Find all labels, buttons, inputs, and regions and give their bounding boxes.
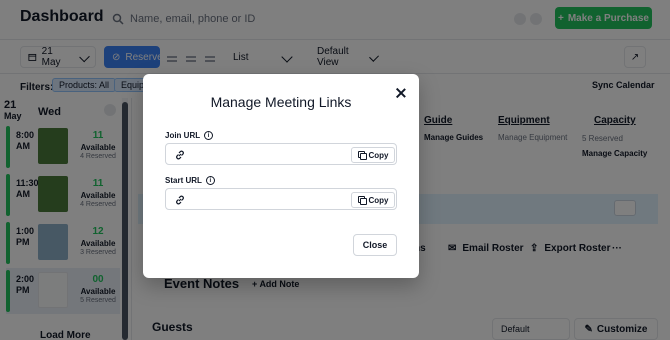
info-icon[interactable]: i [205, 176, 215, 185]
start-url-field[interactable]: Copy [165, 188, 397, 210]
copy-join-url-button[interactable]: Copy [351, 147, 395, 163]
copy-label: Copy [368, 195, 389, 205]
link-icon [176, 195, 184, 205]
manage-meeting-links-modal: Manage Meeting Links Join URL i Copy Sta… [143, 74, 419, 278]
info-icon[interactable]: i [204, 131, 214, 140]
join-url-label: Join URL i [165, 131, 214, 140]
copy-label: Copy [368, 150, 389, 160]
join-url-field[interactable]: Copy [165, 143, 397, 165]
close-button[interactable]: Close [353, 234, 397, 256]
copy-icon [357, 196, 367, 205]
copy-icon [357, 151, 367, 160]
join-url-label-text: Join URL [165, 131, 201, 140]
link-icon [176, 150, 184, 160]
close-icon[interactable] [396, 88, 406, 98]
start-url-label: Start URL i [165, 176, 215, 185]
modal-title: Manage Meeting Links [210, 94, 352, 110]
copy-start-url-button[interactable]: Copy [351, 192, 395, 208]
start-url-label-text: Start URL [165, 176, 202, 185]
